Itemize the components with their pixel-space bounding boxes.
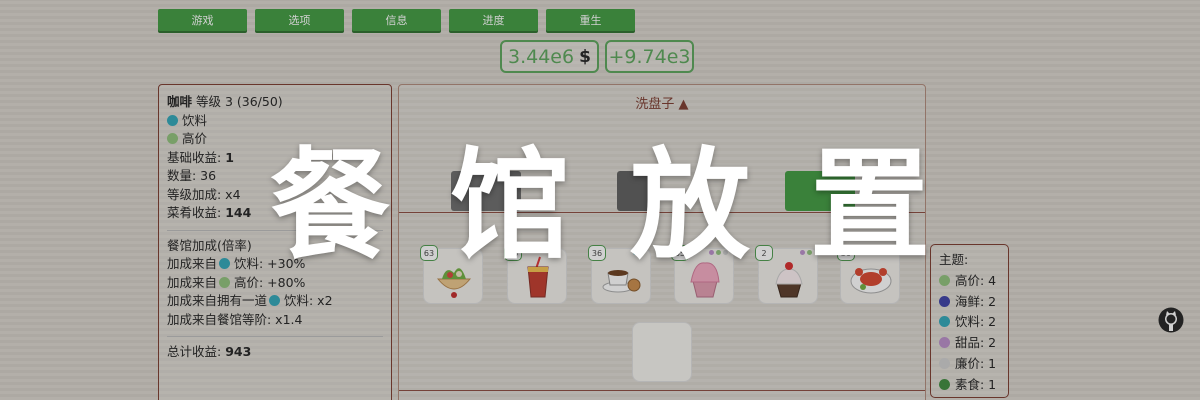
theme-label: 素食: 1 [955, 376, 997, 392]
theme-drink: 饮料: 2 [939, 312, 1000, 333]
theme-label: 甜品: 2 [955, 335, 997, 351]
theme-label: 饮料: 2 [955, 314, 997, 330]
theme-seafood: 海鲜: 2 [939, 292, 1000, 313]
total-income-label: 总计收益: [167, 344, 226, 359]
tab-progress[interactable]: 进度 [449, 9, 538, 31]
money-total: 3.44e6 $ [500, 40, 599, 73]
money-rate: +9.74e3 [605, 40, 694, 73]
theme-cheap: 廉价: 1 [939, 354, 1000, 375]
theme-label: 廉价: 1 [955, 355, 997, 371]
tab-rebirth[interactable]: 重生 [546, 9, 635, 31]
tab-game[interactable]: 游戏 [158, 9, 247, 31]
tab-info[interactable]: 信息 [352, 9, 441, 31]
drink-dot-icon [269, 295, 281, 306]
empty-dish-slot[interactable] [632, 322, 692, 382]
seafood-dot-icon [939, 295, 950, 307]
total-income-value: 943 [225, 344, 252, 359]
total-income: 总计收益: 943 [167, 343, 383, 362]
cheap-dot-icon [939, 357, 950, 369]
bonus-from-label: 加成来自拥有一道 [167, 293, 268, 308]
bonus-owned-drink: 加成来自拥有一道 饮料: x2 [167, 292, 383, 311]
theme-label: 海鲜: 2 [955, 293, 997, 309]
drink-dot-icon [167, 114, 178, 126]
money-total-value: 3.44e6 [508, 45, 575, 68]
dish-name: 咖啡 [167, 94, 193, 109]
money-display: 3.44e6 $ +9.74e3 [500, 40, 694, 73]
bonus-value: 饮料: x2 [280, 293, 333, 308]
bonus-from-label: 加成来自 [167, 274, 218, 290]
theme-vegetarian: 素食: 1 [939, 375, 1000, 396]
drink-dot-icon [939, 316, 950, 328]
dessert-dot-icon [939, 337, 950, 349]
divider [399, 390, 925, 391]
game-title-banner: 餐馆放置 [270, 137, 990, 276]
vegetarian-dot-icon [939, 378, 950, 390]
dollar-icon: $ [579, 46, 591, 67]
nav-tabs: 游戏 选项 信息 进度 重生 [158, 9, 635, 31]
github-icon[interactable] [1158, 307, 1184, 333]
dish-level: 等级 3 (36/50) [196, 94, 283, 109]
bonus-tier: 加成来自餐馆等阶: x1.4 [167, 311, 303, 327]
premium-dot-icon [219, 276, 231, 288]
theme-dessert: 甜品: 2 [939, 333, 1000, 354]
divider [167, 336, 383, 337]
tab-options[interactable]: 选项 [255, 9, 344, 31]
